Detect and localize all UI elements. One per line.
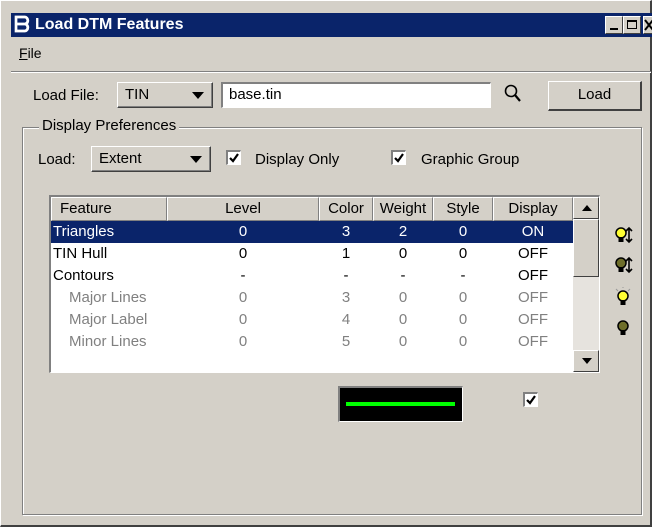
close-button[interactable] xyxy=(643,16,652,34)
title-bar[interactable]: ᗷ Load DTM Features xyxy=(11,13,652,37)
cell-style: - xyxy=(460,267,466,284)
cell-color: - xyxy=(343,267,349,284)
load-extent-dropdown[interactable]: Extent xyxy=(91,146,211,172)
list-header: Feature Level Color Weight Style Display xyxy=(51,197,573,221)
cell-level: 0 xyxy=(238,333,248,350)
cell-display: ON xyxy=(521,223,545,240)
line-style-preview xyxy=(338,386,463,422)
arrow-down-icon xyxy=(582,358,592,364)
column-header-color[interactable]: Color xyxy=(319,197,373,221)
minimize-button[interactable] xyxy=(605,16,623,34)
cell-color: 3 xyxy=(341,223,351,240)
cell-display: OFF xyxy=(518,245,548,262)
column-header-level[interactable]: Level xyxy=(167,197,319,221)
graphic-group-checkbox[interactable] xyxy=(391,150,406,165)
cell-weight: 2 xyxy=(398,223,408,240)
column-header-display[interactable]: Display xyxy=(493,197,573,221)
load-file-type-value: TIN xyxy=(125,86,150,103)
load-file-type-dropdown[interactable]: TIN xyxy=(117,82,213,108)
cell-style: 0 xyxy=(458,223,468,240)
cell-display: OFF xyxy=(518,311,548,328)
maximize-icon xyxy=(627,20,637,29)
cell-level: 0 xyxy=(238,245,248,262)
cell-color: 4 xyxy=(341,311,351,328)
cell-style: 0 xyxy=(458,289,468,306)
cell-feature: Minor Lines xyxy=(69,333,147,350)
cell-weight: - xyxy=(400,267,406,284)
app-logo-icon: ᗷ xyxy=(14,12,30,38)
load-button[interactable]: Load xyxy=(548,81,642,111)
menu-file[interactable]: File xyxy=(19,45,42,61)
cell-color: 5 xyxy=(341,333,351,350)
cell-style: 0 xyxy=(458,311,468,328)
cell-style: 0 xyxy=(458,333,468,350)
display-only-checkbox[interactable] xyxy=(226,150,241,165)
feature-display-checkbox[interactable] xyxy=(523,392,538,407)
display-only-label: Display Only xyxy=(255,151,340,168)
scroll-down-button[interactable] xyxy=(573,350,599,372)
display-preferences-legend: Display Preferences xyxy=(39,117,180,134)
scroll-up-button[interactable] xyxy=(573,197,599,219)
minimize-icon xyxy=(610,28,618,30)
cell-weight: 0 xyxy=(398,311,408,328)
dialog-window: ᗷ Load DTM Features File Load File: TIN … xyxy=(0,0,652,527)
bulb-off-arrows-icon[interactable] xyxy=(613,255,633,279)
menu-separator xyxy=(11,71,651,73)
vertical-scrollbar[interactable] xyxy=(573,197,599,372)
cell-display: OFF xyxy=(518,333,548,350)
table-row[interactable]: Triangles 0 3 2 0 ON xyxy=(51,221,573,243)
arrow-up-icon xyxy=(582,205,592,211)
feature-list[interactable]: Feature Level Color Weight Style Display… xyxy=(49,195,600,373)
cell-level: 0 xyxy=(238,289,248,306)
cell-weight: 0 xyxy=(398,289,408,306)
dropdown-arrow-icon xyxy=(192,92,204,99)
cell-color: 1 xyxy=(341,245,351,262)
load-extent-label: Load: xyxy=(38,151,76,168)
table-row[interactable]: TIN Hull 0 1 0 0 OFF xyxy=(51,243,573,265)
load-file-label: Load File: xyxy=(33,87,99,104)
search-icon[interactable] xyxy=(503,83,523,105)
table-row[interactable]: Major Lines 0 3 0 0 OFF xyxy=(51,287,573,309)
menu-bar: File xyxy=(19,45,42,65)
maximize-button[interactable] xyxy=(623,16,641,34)
checkmark-icon xyxy=(394,153,404,163)
checkmark-icon xyxy=(526,395,536,405)
bulb-on-icon[interactable] xyxy=(615,287,635,311)
cell-level: - xyxy=(240,267,246,284)
cell-feature: Major Lines xyxy=(69,289,147,306)
checkmark-icon xyxy=(229,153,239,163)
column-header-style[interactable]: Style xyxy=(433,197,493,221)
cell-color: 3 xyxy=(341,289,351,306)
cell-display: OFF xyxy=(518,267,548,284)
cell-level: 0 xyxy=(238,311,248,328)
table-row[interactable]: Major Label 0 4 0 0 OFF xyxy=(51,309,573,331)
cell-weight: 0 xyxy=(398,333,408,350)
cell-weight: 0 xyxy=(398,245,408,262)
window-title: Load DTM Features xyxy=(35,16,184,33)
cell-feature: Contours xyxy=(53,267,114,284)
preview-line xyxy=(346,402,455,406)
table-row[interactable]: Contours - - - - OFF xyxy=(51,265,573,287)
menu-file-mnemonic: F xyxy=(19,45,28,61)
menu-file-label: ile xyxy=(27,45,42,61)
cell-feature: Major Label xyxy=(69,311,148,328)
filename-input[interactable]: base.tin xyxy=(221,82,491,108)
cell-level: 0 xyxy=(238,223,248,240)
cell-display: OFF xyxy=(518,289,548,306)
cell-style: 0 xyxy=(458,245,468,262)
load-extent-value: Extent xyxy=(99,150,142,167)
bulb-on-arrows-icon[interactable] xyxy=(613,225,633,249)
bulb-off-icon[interactable] xyxy=(615,317,635,341)
scroll-thumb[interactable] xyxy=(573,219,599,277)
dropdown-arrow-icon xyxy=(190,156,202,163)
table-row[interactable]: Minor Lines 0 5 0 0 OFF xyxy=(51,331,573,353)
column-header-feature[interactable]: Feature xyxy=(51,197,167,221)
close-icon xyxy=(644,19,652,31)
graphic-group-label: Graphic Group xyxy=(421,151,520,168)
column-header-weight[interactable]: Weight xyxy=(373,197,433,221)
cell-feature: TIN Hull xyxy=(53,245,108,262)
cell-feature: Triangles xyxy=(53,223,115,240)
